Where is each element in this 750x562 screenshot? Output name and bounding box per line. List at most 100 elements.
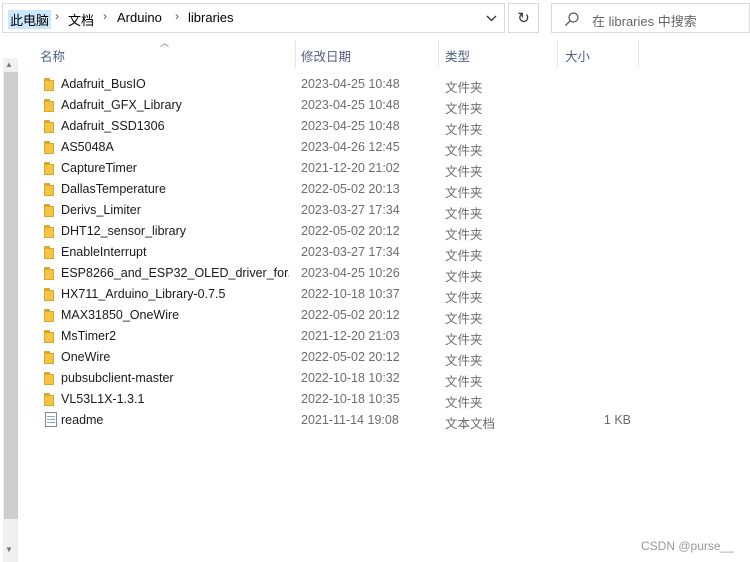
- folder-icon: [42, 308, 58, 322]
- breadcrumb-arduino[interactable]: Arduino: [117, 10, 162, 25]
- column-header-date[interactable]: 修改日期: [301, 46, 351, 65]
- file-date: 2022-10-18 10:37: [301, 287, 400, 301]
- file-date: 2023-03-27 17:34: [301, 203, 400, 217]
- file-type: 文件夹: [445, 354, 483, 368]
- file-type: 文件夹: [445, 291, 483, 305]
- file-type: 文件夹: [445, 333, 483, 347]
- file-date: 2022-10-18 10:32: [301, 371, 400, 385]
- file-type: 文本文档: [445, 417, 496, 431]
- file-row[interactable]: Adafruit_SSD1306 2023-04-25 10:48 文件夹: [36, 116, 636, 137]
- column-divider[interactable]: [557, 40, 558, 68]
- file-row[interactable]: MAX31850_OneWire 2022-05-02 20:12 文件夹: [36, 305, 636, 326]
- scroll-down-icon[interactable]: ▼: [5, 545, 13, 554]
- file-row[interactable]: EnableInterrupt 2023-03-27 17:34 文件夹: [36, 242, 636, 263]
- file-type: 文件夹: [445, 396, 483, 410]
- file-name: pubsubclient-master: [61, 371, 174, 385]
- breadcrumb-documents[interactable]: 文档: [68, 10, 94, 29]
- file-date: 2023-03-27 17:34: [301, 245, 400, 259]
- file-row[interactable]: pubsubclient-master 2022-10-18 10:32 文件夹: [36, 368, 636, 389]
- file-type: 文件夹: [445, 228, 483, 242]
- file-name: Adafruit_SSD1306: [61, 119, 165, 133]
- file-row[interactable]: OneWire 2022-05-02 20:12 文件夹: [36, 347, 636, 368]
- file-date: 2021-12-20 21:02: [301, 161, 400, 175]
- folder-icon: [42, 182, 58, 196]
- column-divider[interactable]: [638, 40, 639, 68]
- folder-icon: [42, 287, 58, 301]
- folder-icon: [42, 119, 58, 133]
- chevron-right-icon[interactable]: ›: [55, 9, 59, 23]
- column-header-name[interactable]: 名称: [40, 46, 65, 65]
- file-type: 文件夹: [445, 207, 483, 221]
- file-row[interactable]: CaptureTimer 2021-12-20 21:02 文件夹: [36, 158, 636, 179]
- file-date: 2023-04-25 10:48: [301, 98, 400, 112]
- file-row[interactable]: AS5048A 2023-04-26 12:45 文件夹: [36, 137, 636, 158]
- folder-icon: [42, 371, 58, 385]
- text-file-icon: [42, 412, 58, 427]
- file-row[interactable]: HX711_Arduino_Library-0.7.5 2022-10-18 10…: [36, 284, 636, 305]
- file-type: 文件夹: [445, 249, 483, 263]
- file-type: 文件夹: [445, 270, 483, 284]
- refresh-button[interactable]: ↻: [508, 3, 539, 33]
- file-date: 2022-05-02 20:12: [301, 308, 400, 322]
- file-name: Derivs_Limiter: [61, 203, 141, 217]
- file-row[interactable]: readme 2021-11-14 19:08 文本文档 1 KB: [36, 410, 636, 431]
- file-type: 文件夹: [445, 144, 483, 158]
- file-date: 2023-04-25 10:26: [301, 266, 400, 280]
- file-name: Adafruit_GFX_Library: [61, 98, 182, 112]
- folder-icon: [42, 98, 58, 112]
- watermark: CSDN @purse__: [641, 539, 734, 553]
- file-type: 文件夹: [445, 102, 483, 116]
- chevron-right-icon[interactable]: ›: [175, 9, 179, 23]
- column-divider[interactable]: [438, 40, 439, 68]
- file-date: 2023-04-25 10:48: [301, 119, 400, 133]
- column-header-row: ︿ 名称 修改日期 类型 大小: [30, 38, 750, 68]
- file-name: DallasTemperature: [61, 182, 166, 196]
- file-name: EnableInterrupt: [61, 245, 147, 259]
- file-row[interactable]: Derivs_Limiter 2023-03-27 17:34 文件夹: [36, 200, 636, 221]
- file-name: readme: [61, 413, 104, 427]
- file-date: 2022-05-02 20:12: [301, 224, 400, 238]
- folder-icon: [42, 161, 58, 175]
- folder-icon: [42, 329, 58, 343]
- folder-icon: [42, 77, 58, 91]
- chevron-right-icon[interactable]: ›: [103, 9, 107, 23]
- column-header-size[interactable]: 大小: [565, 46, 590, 65]
- file-row[interactable]: ESP8266_and_ESP32_OLED_driver_for... 2023…: [36, 263, 636, 284]
- file-row[interactable]: VL53L1X-1.3.1 2022-10-18 10:35 文件夹: [36, 389, 636, 410]
- file-name: ESP8266_and_ESP32_OLED_driver_for...: [61, 266, 289, 280]
- file-name: OneWire: [61, 350, 111, 364]
- file-size: 1 KB: [603, 413, 631, 427]
- address-history-dropdown[interactable]: [478, 4, 504, 32]
- breadcrumb-libraries[interactable]: libraries: [188, 10, 234, 25]
- file-date: 2022-05-02 20:12: [301, 350, 400, 364]
- breadcrumb-this-pc[interactable]: 此电脑: [8, 10, 52, 29]
- search-placeholder: 在 libraries 中搜索: [592, 14, 697, 29]
- column-header-type[interactable]: 类型: [445, 46, 470, 65]
- file-row[interactable]: DHT12_sensor_library 2022-05-02 20:12 文件夹: [36, 221, 636, 242]
- folder-icon: [42, 203, 58, 217]
- file-name: MAX31850_OneWire: [61, 308, 180, 322]
- search-input[interactable]: 在 libraries 中搜索: [551, 3, 750, 33]
- file-row[interactable]: Adafruit_BusIO 2023-04-25 10:48 文件夹: [36, 74, 636, 95]
- scrollbar-thumb[interactable]: [4, 72, 18, 519]
- file-name: DHT12_sensor_library: [61, 224, 187, 238]
- file-date: 2021-11-14 19:08: [301, 413, 399, 427]
- scroll-up-icon[interactable]: ▲: [5, 60, 13, 69]
- folder-icon: [42, 245, 58, 259]
- file-date: 2023-04-26 12:45: [301, 140, 400, 154]
- sort-ascending-icon: ︿: [160, 38, 170, 48]
- folder-icon: [42, 392, 58, 406]
- file-type: 文件夹: [445, 123, 483, 137]
- folder-icon: [42, 350, 58, 364]
- column-divider[interactable]: [295, 40, 296, 68]
- address-bar[interactable]: 此电脑 › 文档 › Arduino › libraries: [2, 3, 505, 33]
- search-icon: [565, 12, 579, 26]
- file-type: 文件夹: [445, 312, 483, 326]
- file-name: VL53L1X-1.3.1: [61, 392, 145, 406]
- file-type: 文件夹: [445, 375, 483, 389]
- file-row[interactable]: DallasTemperature 2022-05-02 20:13 文件夹: [36, 179, 636, 200]
- file-type: 文件夹: [445, 186, 483, 200]
- file-name: HX711_Arduino_Library-0.7.5: [61, 287, 226, 301]
- file-row[interactable]: Adafruit_GFX_Library 2023-04-25 10:48 文件夹: [36, 95, 636, 116]
- file-row[interactable]: MsTimer2 2021-12-20 21:03 文件夹: [36, 326, 636, 347]
